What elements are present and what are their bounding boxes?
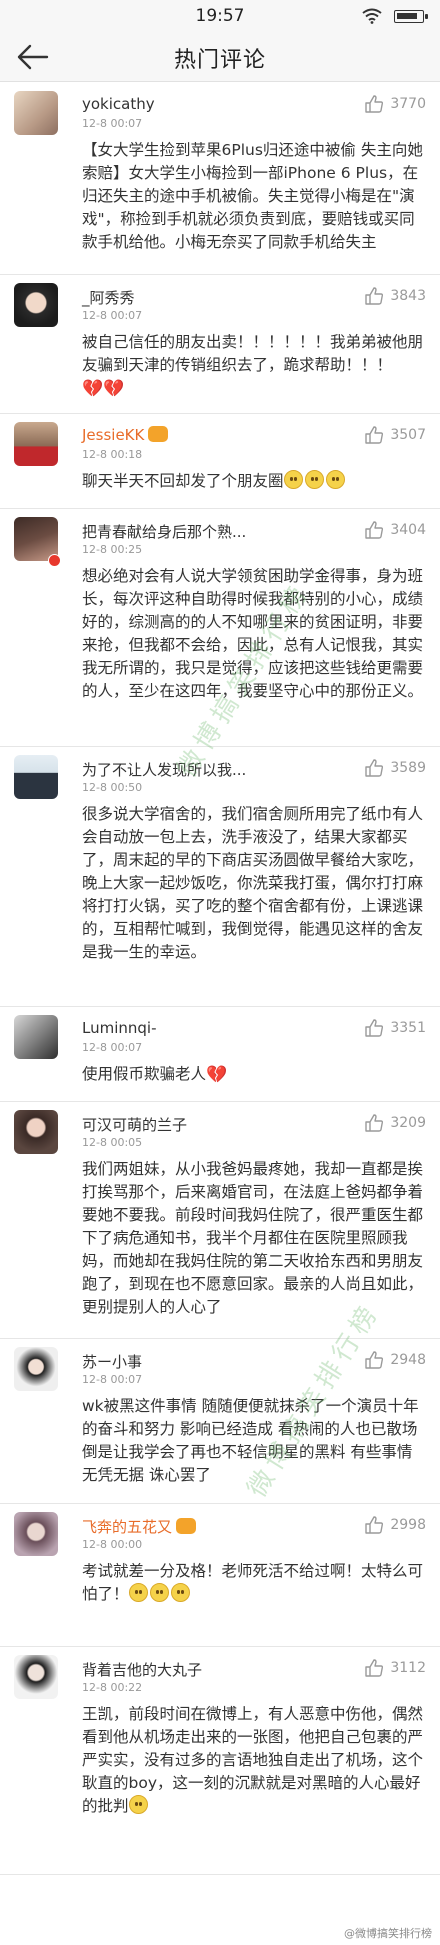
comment-text: 想必绝对会有人说大学领贫困助学金得事，身为班长，每次评这种自助得时候我都特别的小… [82, 567, 424, 700]
comment-item: 为了不让人发现所以我... 12-8 00:50 3589 很多说大学宿舍的，我… [0, 747, 440, 1007]
footer-watermark: @微博搞笑排行榜 [344, 1927, 432, 1940]
comment-text: 聊天半天不回却发了个朋友圈 [82, 472, 284, 490]
comment-text: wk被黑这件事情 随随便便就抹杀了一个演员十年的奋斗和努力 影响已经造成 看热闹… [82, 1397, 419, 1484]
smile-emoji-icon [128, 1583, 148, 1602]
wifi-icon [362, 8, 382, 24]
smile-emoji-icon [325, 470, 345, 489]
nav-bar: 热门评论 [0, 32, 440, 82]
comment-item: 可汉可萌的兰子 12-8 00:05 3209 我们两姐妹，从小我爸妈最疼她，我… [0, 1102, 440, 1339]
battery-icon [394, 10, 428, 23]
avatar[interactable] [14, 283, 58, 327]
comment-body: 聊天半天不回却发了个朋友圈 [82, 414, 424, 493]
page-title: 热门评论 [173, 48, 266, 73]
comment-item: 把青春献给身后那个熟... 12-8 00:25 3404 想必绝对会有人说大学… [0, 509, 440, 747]
comment-body: 考试就差一分及格！老师死活不给过啊！太特么可怕了！ [82, 1504, 424, 1606]
comment-list: yokicathy 12-8 00:07 3770 【女大学生捡到苹果6Plus… [0, 83, 440, 1875]
comment-item: 背着吉他的大丸子 12-8 00:22 3112 王凯，前段时间在微博上，有人恶… [0, 1647, 440, 1875]
smile-emoji-icon [304, 470, 324, 489]
avatar[interactable] [14, 755, 58, 799]
avatar[interactable] [14, 1347, 58, 1391]
comment-text: 很多说大学宿舍的，我们宿舍厕所用完了纸巾有人会自动放一包上去，洗手液没了，结果大… [82, 805, 424, 961]
comment-item: JessieKK 12-8 00:18 3507 聊天半天不回却发了个朋友圈 [0, 414, 440, 509]
avatar[interactable] [14, 91, 58, 135]
comment-body: 被自己信任的朋友出卖！！！！！！我弟弟被他朋友骗到天津的传销组织去了，跪求帮助！… [82, 275, 424, 401]
avatar[interactable] [14, 422, 58, 466]
comment-item: 苏ー小事 12-8 00:07 2948 wk被黑这件事情 随随便便就抹杀了一个… [0, 1339, 440, 1504]
comment-item: 飞奔的五花又 12-8 00:00 2998 考试就差一分及格！老师死活不给过啊… [0, 1504, 440, 1647]
avatar[interactable] [14, 1655, 58, 1699]
comment-item: _阿秀秀 12-8 00:07 3843 被自己信任的朋友出卖！！！！！！我弟弟… [0, 275, 440, 414]
broken-heart-icon: 💔💔 [82, 379, 125, 399]
comment-text: 我们两姐妹，从小我爸妈最疼她，我却一直都是挨打挨骂那个，后来离婚官司，在法庭上爸… [82, 1160, 424, 1316]
verified-badge-icon [48, 554, 61, 567]
comment-text: 被自己信任的朋友出卖！！！！！！我弟弟被他朋友骗到天津的传销组织去了，跪求帮助！… [82, 333, 424, 374]
status-bar: 19:57 [0, 0, 440, 32]
comment-body: 使用假币欺骗老人💔 [82, 1007, 424, 1087]
comment-body: 王凯，前段时间在微博上，有人恶意中伤他，偶然看到他从机场走出来的一张图，他把自己… [82, 1647, 424, 1818]
comment-text: 【女大学生捡到苹果6Plus归还途中被偷 失主向她索赔】女大学生小梅捡到一部iP… [82, 141, 423, 251]
comment-item: yokicathy 12-8 00:07 3770 【女大学生捡到苹果6Plus… [0, 83, 440, 275]
avatar[interactable] [14, 1512, 58, 1556]
smile-emoji-icon [283, 470, 303, 489]
comment-text: 使用假币欺骗老人 [82, 1065, 207, 1083]
comment-item: Luminnqi- 12-8 00:07 3351 使用假币欺骗老人💔 [0, 1007, 440, 1102]
broken-heart-icon: 💔 [206, 1065, 228, 1085]
avatar[interactable] [14, 1110, 58, 1154]
avatar[interactable] [14, 1015, 58, 1059]
smile-emoji-icon [170, 1583, 190, 1602]
smile-emoji-icon [149, 1583, 169, 1602]
smile-emoji-icon [128, 1795, 148, 1814]
